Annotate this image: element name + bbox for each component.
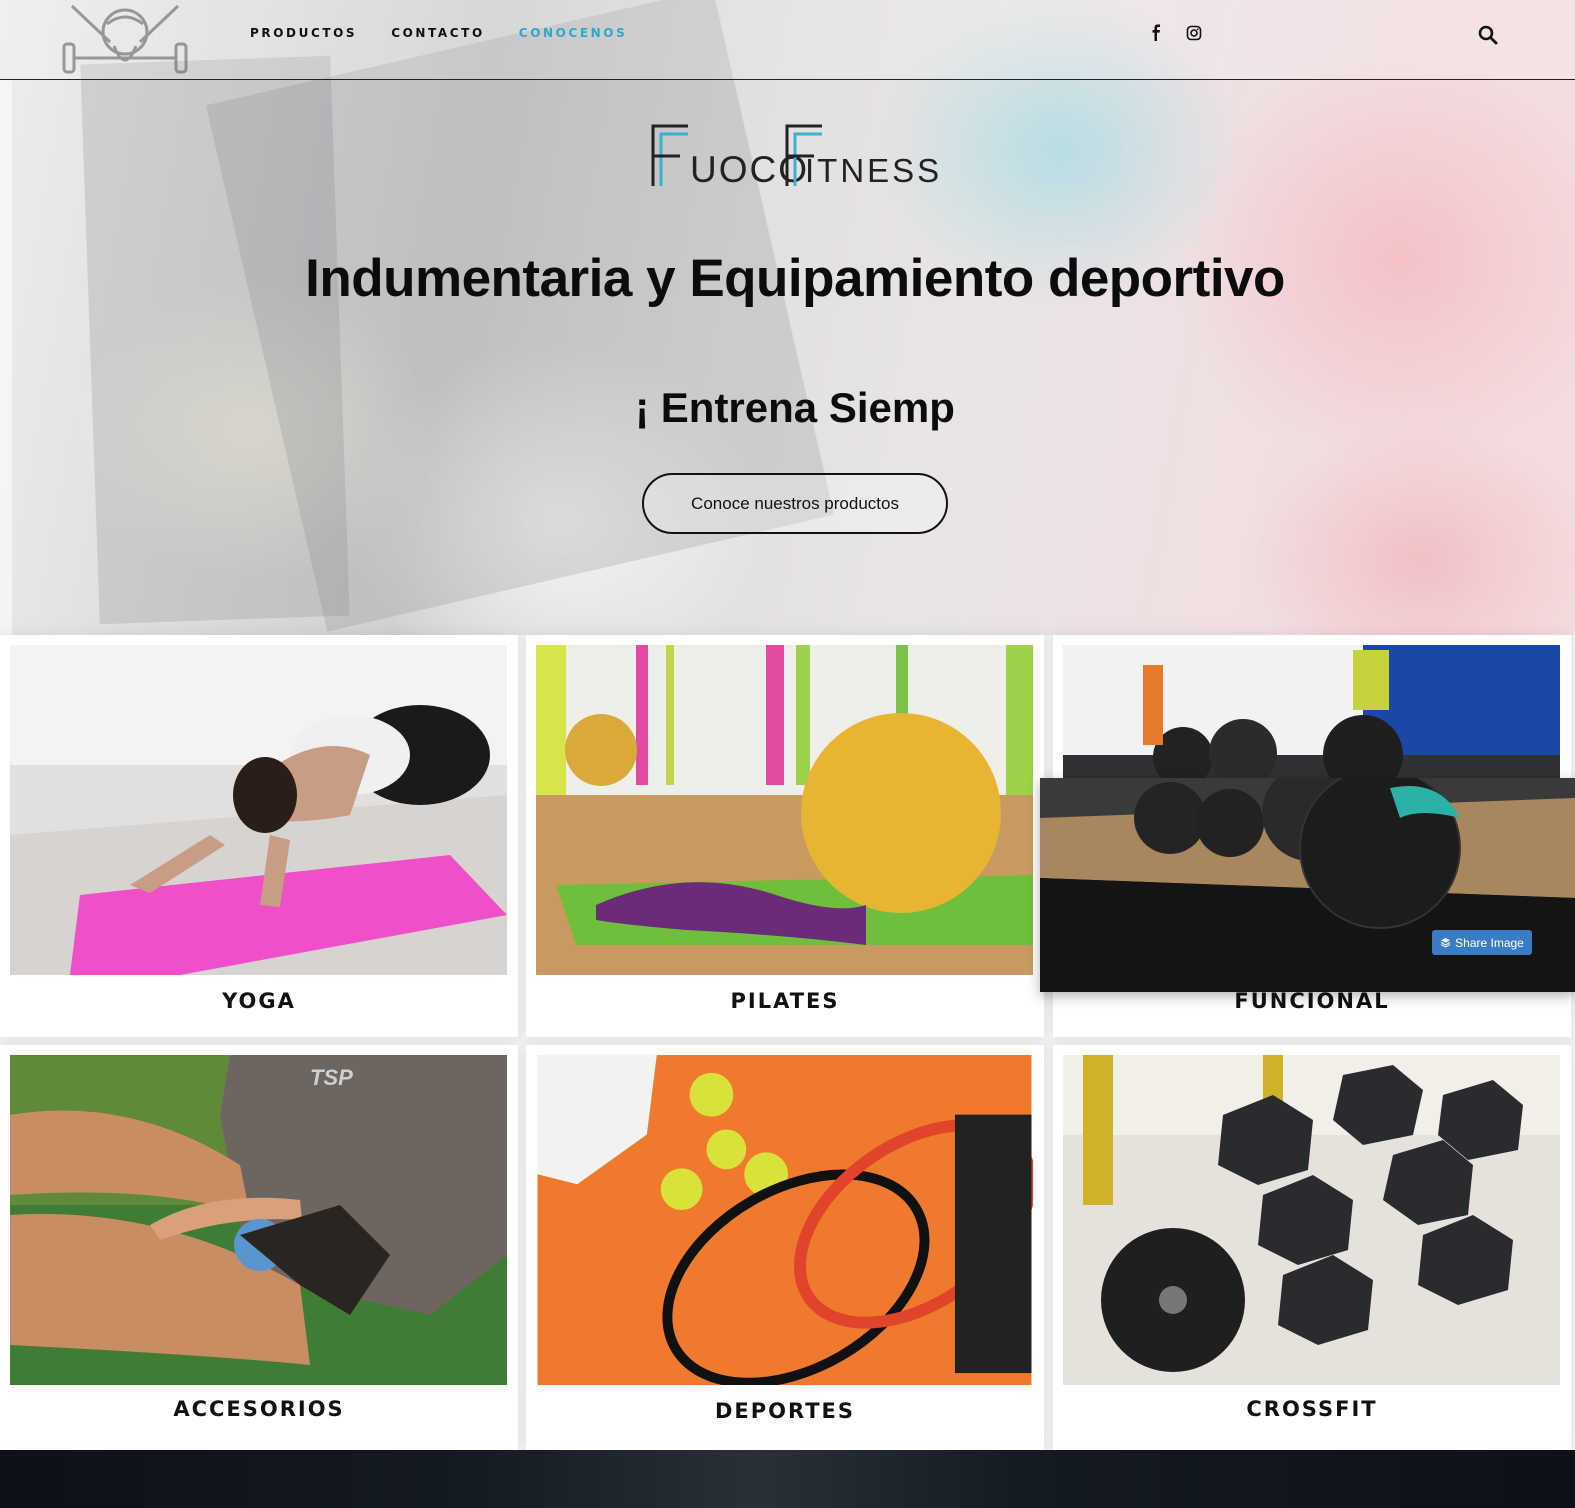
category-card-yoga[interactable]: YOGA: [0, 635, 518, 1037]
category-card-deportes[interactable]: DEPORTES: [526, 1045, 1044, 1450]
site-logo-mark[interactable]: [62, 2, 188, 76]
layers-icon: [1440, 938, 1451, 948]
social-links: [1148, 24, 1202, 42]
image-preview-popup: [1040, 778, 1575, 992]
crossfit-image: [1063, 1055, 1560, 1385]
hero-title: Indumentaria y Equipamiento deportivo: [305, 249, 1285, 308]
nav-item-contacto[interactable]: CONTACTO: [391, 26, 485, 40]
site-header: PRODUCTOS CONTACTO CONOCENOS: [0, 0, 1575, 80]
brand-name-part2: ITNESS: [805, 152, 942, 188]
hero-overlay: [0, 0, 1575, 635]
category-card-crossfit[interactable]: CROSSFIT: [1053, 1045, 1571, 1450]
nav-item-conocenos[interactable]: CONOCENOS: [519, 26, 628, 40]
hero-edge: [0, 80, 12, 635]
share-image-label: Share Image: [1455, 935, 1524, 950]
category-label-crossfit: CROSSFIT: [1246, 1397, 1378, 1421]
svg-text:TSP: TSP: [310, 1065, 353, 1090]
category-grid: YOGA PILATES FUNCIONAL TSP ACCESORIOS DE…: [0, 635, 1575, 1450]
category-label-pilates: PILATES: [730, 989, 840, 1013]
search-icon[interactable]: [1478, 25, 1498, 45]
category-label-funcional: FUNCIONAL: [1234, 989, 1390, 1013]
category-label-deportes: DEPORTES: [714, 1399, 856, 1423]
hero-section: UOCO ITNESS Indumentaria y Equipamiento …: [0, 0, 1575, 635]
products-cta-button[interactable]: Conoce nuestros productos: [642, 473, 948, 534]
accesorios-image: TSP: [10, 1055, 507, 1385]
category-card-pilates[interactable]: PILATES: [526, 635, 1044, 1037]
facebook-icon[interactable]: [1148, 24, 1164, 42]
main-nav: PRODUCTOS CONTACTO CONOCENOS: [250, 26, 627, 40]
deportes-image: [537, 1055, 1033, 1385]
instagram-icon[interactable]: [1186, 24, 1202, 42]
fuoco-fitness-logo[interactable]: UOCO ITNESS: [650, 122, 945, 188]
hero-subtitle: ¡ Entrena Siemp: [635, 384, 955, 431]
funcional-zoom-image: [1040, 778, 1575, 992]
category-label-yoga: YOGA: [222, 989, 296, 1013]
share-image-button[interactable]: Share Image: [1432, 930, 1532, 955]
category-card-accesorios[interactable]: TSP ACCESORIOS: [0, 1045, 518, 1450]
pilates-image: [536, 645, 1033, 975]
category-label-accesorios: ACCESORIOS: [173, 1397, 345, 1421]
footer-section-start: [0, 1450, 1575, 1508]
nav-item-productos[interactable]: PRODUCTOS: [250, 26, 357, 40]
yoga-image: [10, 645, 507, 975]
